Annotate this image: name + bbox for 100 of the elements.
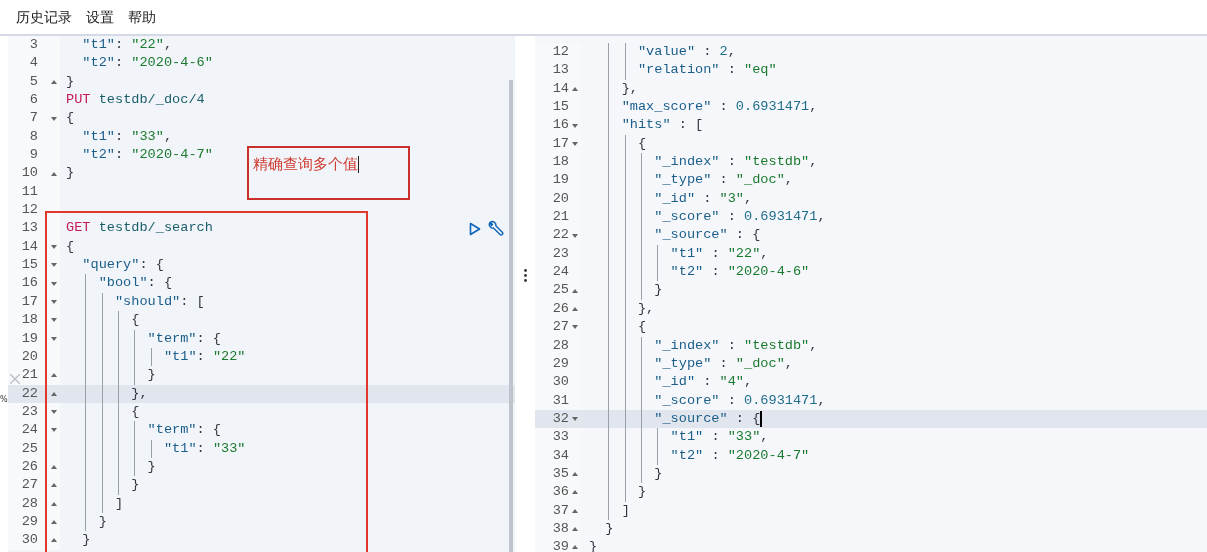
line-number: 6 <box>28 91 38 110</box>
code-line: } <box>653 281 663 300</box>
code-line: "should": [ <box>113 292 205 311</box>
code-line: "_index" : "testdb", <box>653 153 818 172</box>
line-number: 13 <box>20 219 38 238</box>
code-line: { <box>130 402 140 421</box>
code-line: "t1": "33" <box>162 439 246 458</box>
code-line: ] <box>113 494 124 513</box>
code-line: "t2": "2020-4-6" <box>81 54 213 73</box>
code-line: ] <box>620 501 630 520</box>
line-number: 29 <box>20 512 38 531</box>
menu-item[interactable]: 设置 <box>80 6 120 28</box>
line-number: 19 <box>20 329 38 348</box>
edge-text: % <box>0 394 8 406</box>
code-line: } <box>604 519 614 538</box>
line-number: 14 <box>551 79 569 98</box>
line-number: 35 <box>551 464 569 483</box>
code-line: }, <box>130 384 148 403</box>
code-line: { <box>636 134 647 153</box>
line-number: 23 <box>551 244 569 263</box>
line-number: 27 <box>20 476 38 495</box>
line-number: 25 <box>20 439 38 458</box>
line-number: 9 <box>28 146 38 165</box>
line-number: 3 <box>28 36 38 54</box>
code-line: "_source" : { <box>653 226 761 245</box>
annotation-text: 精确查询多个值 <box>253 155 358 173</box>
code-line: "bool": { <box>97 274 173 293</box>
line-number: 21 <box>551 208 569 227</box>
line-number: 11 <box>20 182 38 201</box>
code-line: "value" : 2, <box>636 43 736 61</box>
code-line: "_score" : 0.6931471, <box>653 208 826 227</box>
code-line: "_source" : { <box>653 409 761 428</box>
menu-item[interactable]: 历史记录 <box>10 6 78 28</box>
code-line: "_id" : "4", <box>653 373 753 392</box>
line-number: 15 <box>551 98 569 117</box>
line-number: 30 <box>551 373 569 392</box>
code-line: { <box>636 318 647 337</box>
code-line: "t1": "22", <box>81 36 173 54</box>
code-line: "_index" : "testdb", <box>653 336 818 355</box>
line-number: 19 <box>551 171 569 190</box>
code-line: } <box>130 476 140 495</box>
line-number: 24 <box>20 421 38 440</box>
line-number: 36 <box>551 483 569 502</box>
line-number: 28 <box>20 494 38 513</box>
code-line: "query": { <box>81 256 164 275</box>
code-line: "t1": "22" <box>162 347 246 366</box>
line-number: 15 <box>20 256 38 275</box>
line-number: 18 <box>20 311 38 330</box>
line-number: 37 <box>551 501 569 520</box>
code-line: "_score" : 0.6931471, <box>653 391 826 410</box>
line-number: 14 <box>20 237 38 256</box>
line-number: 22 <box>20 384 38 403</box>
code-line: "_type" : "_doc", <box>653 171 793 190</box>
code-line: "term": { <box>146 329 221 348</box>
line-number: 26 <box>20 457 38 476</box>
line-number: 16 <box>551 116 569 135</box>
line-number: 12 <box>20 201 38 220</box>
code-line: } <box>81 531 91 550</box>
code-line: { <box>66 237 75 256</box>
line-number: 16 <box>20 274 38 293</box>
line-number: 8 <box>28 127 38 146</box>
code-line: GET testdb/_search <box>66 219 213 238</box>
line-number: 38 <box>551 519 569 538</box>
code-line: } <box>146 366 156 385</box>
line-number: 4 <box>28 54 38 73</box>
code-line: { <box>66 109 75 128</box>
line-number: 17 <box>551 134 569 153</box>
line-number: 23 <box>20 402 38 421</box>
code-line: } <box>146 457 156 476</box>
code-line: } <box>97 512 107 531</box>
menu-item[interactable]: 帮助 <box>122 6 162 28</box>
code-line: }, <box>620 79 638 98</box>
code-line: } <box>653 464 663 483</box>
code-line: "t2" : "2020-4-7" <box>669 446 810 465</box>
line-number: 5 <box>28 72 38 91</box>
code-line: "_id" : "3", <box>653 189 753 208</box>
code-line: "t1" : "22", <box>669 244 769 263</box>
line-number: 18 <box>551 153 569 172</box>
line-number: 20 <box>20 347 38 366</box>
line-number: 17 <box>20 292 38 311</box>
code-line: "max_score" : 0.6931471, <box>620 98 818 117</box>
code-line: "t1" : "33", <box>669 428 769 447</box>
line-number: 39 <box>551 538 569 552</box>
line-number: 29 <box>551 354 569 373</box>
line-number: 33 <box>551 428 569 447</box>
line-number: 28 <box>551 336 569 355</box>
code-line: { <box>130 311 140 330</box>
code-line: "relation" : "eq" <box>636 61 777 80</box>
line-number: 13 <box>551 61 569 80</box>
line-number: 31 <box>551 391 569 410</box>
code-line: "t1": "33", <box>81 127 173 146</box>
line-number: 10 <box>20 164 38 183</box>
code-line: PUT testdb/_doc/4 <box>66 91 205 110</box>
line-number: 34 <box>551 446 569 465</box>
line-number: 21 <box>20 366 38 385</box>
code-line: "hits" : [ <box>620 116 704 135</box>
line-number: 24 <box>551 263 569 282</box>
line-number: 22 <box>551 226 569 245</box>
line-number: 27 <box>551 318 569 337</box>
code-line: } <box>66 72 75 91</box>
